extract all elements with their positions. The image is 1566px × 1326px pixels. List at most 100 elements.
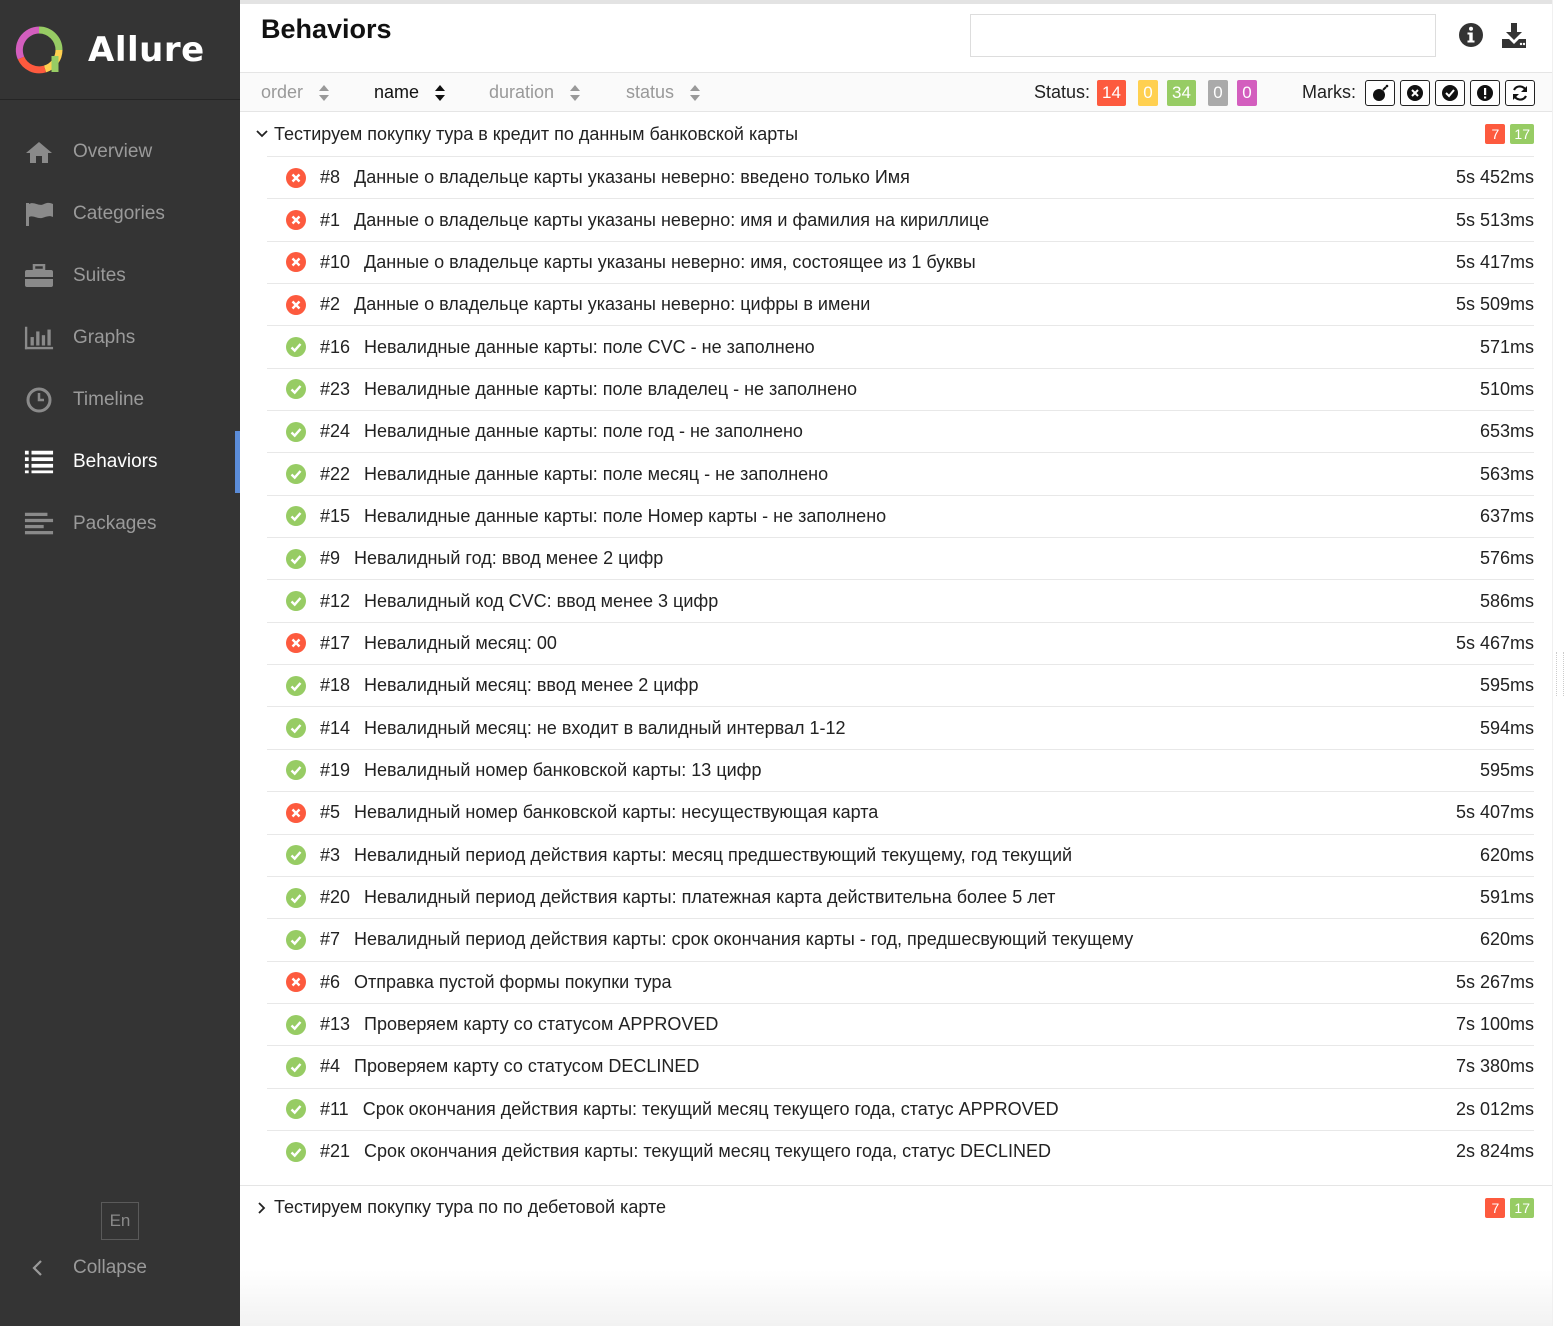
sidebar-item-behaviors[interactable]: Behaviors bbox=[0, 431, 240, 493]
passed-count-badge: 17 bbox=[1510, 124, 1534, 144]
behavior-group: Тестируем покупку тура в кредит по данны… bbox=[240, 112, 1552, 1172]
test-name: Невалидный период действия карты: месяц … bbox=[354, 844, 1073, 865]
sidebar-item-packages[interactable]: Packages bbox=[0, 493, 240, 555]
test-row[interactable]: #4 Проверяем карту со статусом DECLINED 7s… bbox=[267, 1045, 1534, 1087]
test-row[interactable]: #11 Срок окончания действия карты: текущи… bbox=[267, 1087, 1534, 1130]
sort-by-duration[interactable]: duration bbox=[489, 82, 581, 103]
mark-retries-button[interactable] bbox=[1505, 80, 1535, 106]
resize-handle[interactable] bbox=[1556, 652, 1564, 696]
close-circle-icon bbox=[1407, 85, 1423, 101]
test-row[interactable]: #20 Невалидный период действия карты: пла… bbox=[267, 875, 1534, 918]
failed-status-icon bbox=[286, 252, 306, 273]
failed-count-badge: 7 bbox=[1485, 1198, 1506, 1218]
test-row[interactable]: #14 Невалидный месяц: не входит в валидны… bbox=[267, 706, 1534, 748]
sidebar-item-categories[interactable]: Categories bbox=[0, 183, 240, 245]
info-icon[interactable] bbox=[1458, 22, 1484, 48]
test-name: Данные о владельце карты указаны неверно… bbox=[364, 251, 976, 272]
status-filter-passed[interactable]: 34 bbox=[1167, 80, 1196, 106]
test-duration: 595ms bbox=[1479, 675, 1534, 696]
passed-status-icon bbox=[286, 929, 306, 950]
passed-status-icon bbox=[286, 1014, 306, 1035]
sort-by-status[interactable]: status bbox=[626, 82, 701, 103]
test-duration: 620ms bbox=[1479, 929, 1534, 950]
test-number: #10 bbox=[320, 251, 351, 272]
test-row[interactable]: #2 Данные о владельце карты указаны невер… bbox=[267, 283, 1534, 325]
clock-icon bbox=[24, 385, 54, 415]
test-row[interactable]: #8 Данные о владельце карты указаны невер… bbox=[267, 156, 1534, 198]
test-name: Невалидные данные карты: поле месяц - не… bbox=[364, 463, 829, 484]
passed-status-icon bbox=[286, 506, 306, 527]
sidebar-item-label: Overview bbox=[73, 141, 153, 162]
language-switch[interactable]: En bbox=[101, 1202, 139, 1240]
mark-flaky-button[interactable] bbox=[1365, 80, 1395, 106]
mark-new-failed-button[interactable] bbox=[1400, 80, 1430, 106]
test-row[interactable]: #9 Невалидный год: ввод менее 2 цифр 576ms bbox=[267, 537, 1534, 579]
test-number: #14 bbox=[320, 717, 351, 738]
passed-status-icon bbox=[286, 845, 306, 866]
passed-status-icon bbox=[286, 379, 306, 400]
sort-by-name[interactable]: name bbox=[374, 82, 446, 103]
test-name: Данные о владельце карты указаны неверно… bbox=[354, 167, 910, 188]
test-number: #13 bbox=[320, 1014, 351, 1035]
test-row[interactable]: #1 Данные о владельце карты указаны невер… bbox=[267, 198, 1534, 240]
test-row[interactable]: #17 Невалидный месяц: 00 5s 467ms bbox=[267, 621, 1534, 664]
status-filter-failed[interactable]: 14 bbox=[1097, 80, 1126, 106]
status-filter-unknown[interactable]: 0 bbox=[1237, 80, 1257, 106]
sidebar-item-overview[interactable]: Overview bbox=[0, 121, 240, 183]
collapse-button[interactable]: Collapse bbox=[26, 1257, 147, 1279]
status-filter-broken[interactable]: 0 bbox=[1138, 80, 1158, 106]
test-duration: 5s 267ms bbox=[1455, 971, 1534, 992]
test-row[interactable]: #3 Невалидный период действия карты: меся… bbox=[267, 833, 1534, 876]
test-number: #8 bbox=[320, 167, 341, 188]
test-duration: 576ms bbox=[1479, 548, 1534, 569]
test-number: #20 bbox=[320, 887, 351, 908]
passed-status-icon bbox=[286, 337, 306, 358]
mark-new-passed-button[interactable] bbox=[1435, 80, 1465, 106]
chevron-down-icon bbox=[256, 130, 268, 138]
test-row[interactable]: #16 Невалидные данные карты: поле CVC - н… bbox=[267, 325, 1534, 367]
test-duration: 571ms bbox=[1479, 336, 1534, 357]
passed-status-icon bbox=[286, 1056, 306, 1077]
test-name: Невалидный период действия карты: платеж… bbox=[364, 887, 1056, 908]
test-duration: 620ms bbox=[1479, 844, 1534, 865]
passed-status-icon bbox=[286, 591, 306, 612]
search-input[interactable] bbox=[970, 14, 1436, 57]
group-header[interactable]: Тестируем покупку тура по по дебетовой к… bbox=[240, 1185, 1552, 1229]
failed-status-icon bbox=[286, 802, 306, 823]
test-row[interactable]: #24 Невалидные данные карты: поле год - н… bbox=[267, 410, 1534, 452]
test-row[interactable]: #7 Невалидный период действия карты: срок… bbox=[267, 918, 1534, 960]
test-duration: 637ms bbox=[1479, 505, 1534, 526]
test-number: #19 bbox=[320, 759, 351, 780]
status-filter-skipped[interactable]: 0 bbox=[1208, 80, 1228, 106]
test-duration: 586ms bbox=[1479, 590, 1534, 611]
sidebar-item-suites[interactable]: Suites bbox=[0, 245, 240, 307]
test-row[interactable]: #13 Проверяем карту со статусом APPROVED 7… bbox=[267, 1002, 1534, 1045]
test-row[interactable]: #15 Невалидные данные карты: поле Номер к… bbox=[267, 494, 1534, 537]
sidebar-item-graphs[interactable]: Graphs bbox=[0, 307, 240, 369]
mark-new-broken-button[interactable] bbox=[1470, 80, 1500, 106]
test-row[interactable]: #6 Отправка пустой формы покупки тура 5s 2… bbox=[267, 960, 1534, 1003]
passed-count-badge: 17 bbox=[1510, 1198, 1534, 1218]
passed-status-icon bbox=[286, 421, 306, 442]
sort-by-order[interactable]: order bbox=[261, 82, 330, 103]
test-row[interactable]: #10 Данные о владельце карты указаны неве… bbox=[267, 240, 1534, 283]
test-row[interactable]: #18 Невалидный месяц: ввод менее 2 цифр 59… bbox=[267, 664, 1534, 706]
test-row[interactable]: #23 Невалидные данные карты: поле владеле… bbox=[267, 367, 1534, 410]
test-row[interactable]: #21 Срок окончания действия карты: текущи… bbox=[267, 1129, 1534, 1172]
test-number: #24 bbox=[320, 421, 351, 442]
home-icon bbox=[24, 137, 54, 167]
test-row[interactable]: #5 Невалидный номер банковской карты: нес… bbox=[267, 791, 1534, 833]
download-icon[interactable] bbox=[1500, 21, 1528, 49]
test-row[interactable]: #19 Невалидный номер банковской карты: 13… bbox=[267, 748, 1534, 791]
page-title: Behaviors bbox=[261, 14, 392, 44]
test-row[interactable]: #22 Невалидные данные карты: поле месяц -… bbox=[267, 452, 1534, 494]
brand[interactable]: Allure bbox=[0, 0, 240, 100]
passed-status-icon bbox=[286, 1099, 306, 1120]
failed-status-icon bbox=[286, 167, 306, 188]
test-duration: 510ms bbox=[1479, 378, 1534, 399]
test-row[interactable]: #12 Невалидный код CVC: ввод менее 3 цифр… bbox=[267, 579, 1534, 621]
sidebar-item-timeline[interactable]: Timeline bbox=[0, 369, 240, 431]
test-name: Невалидный номер банковской карты: 13 ци… bbox=[364, 759, 762, 780]
passed-status-icon bbox=[286, 887, 306, 908]
group-header[interactable]: Тестируем покупку тура в кредит по данны… bbox=[240, 112, 1552, 156]
